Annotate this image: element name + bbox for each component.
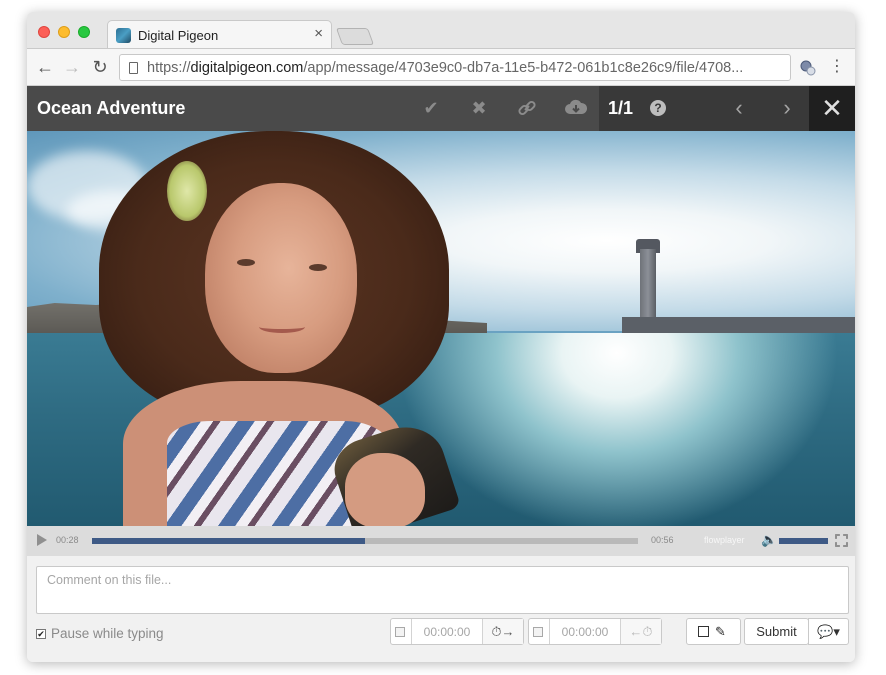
url-host: digitalpigeon.com — [190, 60, 304, 76]
pause-label: Pause while typing — [51, 626, 164, 641]
address-bar[interactable]: https://digitalpigeon.com/app/message/47… — [119, 54, 791, 81]
out-time-field[interactable]: 00:00:00 — [550, 625, 620, 639]
url-path: /app/message/4703e9c0-db7a-11e5-b472-061… — [303, 60, 744, 76]
favicon-icon — [116, 28, 131, 43]
comment-input[interactable] — [36, 566, 849, 614]
link-icon[interactable] — [513, 94, 541, 122]
seek-bar[interactable] — [92, 538, 638, 544]
volume-slider[interactable] — [779, 538, 828, 544]
page-icon — [129, 62, 138, 74]
flower — [167, 161, 207, 221]
browser-menu-icon[interactable]: ⋮ — [827, 55, 847, 79]
volume-icon[interactable]: 🔈 — [761, 532, 777, 548]
out-time-control: 00:00:00 ←⏱ — [528, 618, 662, 645]
pencil-icon: ✎ — [715, 624, 726, 639]
comment-type-dropdown[interactable]: 💬▾ — [808, 618, 849, 645]
url-scheme: https:// — [147, 60, 191, 76]
title-bar: Digital Pigeon × — [27, 12, 855, 49]
media-preview[interactable] — [27, 131, 855, 526]
draw-button[interactable]: ✎ — [686, 618, 741, 645]
player-controls: 00:28 00:56 flowplayer 🔈 — [27, 526, 855, 556]
play-icon[interactable] — [37, 534, 47, 546]
submit-button[interactable]: Submit — [744, 618, 809, 645]
viewer-header: Ocean Adventure ✔ ✖ 1/1 ? ‹ › ✕ — [27, 86, 855, 131]
file-counter: 1/1 — [608, 98, 634, 118]
forward-icon[interactable]: → — [61, 55, 83, 79]
zoom-window-button[interactable] — [78, 26, 90, 38]
close-window-button[interactable] — [38, 26, 50, 38]
left-eye — [237, 259, 255, 266]
in-time-field[interactable]: 00:00:00 — [412, 625, 482, 639]
comment-panel: ✔ Pause while typing 00:00:00 ⏱→ 00:00:0… — [27, 556, 855, 662]
seek-progress — [92, 538, 365, 544]
fullscreen-icon[interactable] — [835, 534, 848, 547]
hand — [345, 453, 425, 526]
tab-close-icon[interactable]: × — [314, 26, 323, 42]
in-time-checkbox[interactable] — [395, 627, 405, 637]
reload-icon[interactable]: ↻ — [89, 55, 111, 79]
duration-time: 00:56 — [651, 535, 674, 545]
tab-title: Digital Pigeon — [138, 28, 219, 43]
reject-icon[interactable]: ✖ — [465, 94, 493, 122]
pause-checkbox[interactable]: ✔ — [36, 629, 46, 639]
out-time-checkbox[interactable] — [533, 627, 543, 637]
download-icon[interactable] — [562, 94, 590, 122]
smile — [259, 321, 305, 333]
browser-window: Digital Pigeon × ← → ↻ https://digitalpi… — [27, 12, 855, 662]
browser-tab[interactable]: Digital Pigeon × — [107, 20, 332, 49]
minimize-window-button[interactable] — [58, 26, 70, 38]
browser-toolbar: ← → ↻ https://digitalpigeon.com/app/mess… — [27, 48, 855, 86]
help-icon[interactable]: ? — [644, 94, 672, 122]
file-title: Ocean Adventure — [37, 98, 186, 118]
back-icon[interactable]: ← — [34, 55, 56, 79]
approve-icon[interactable]: ✔ — [417, 94, 445, 122]
new-tab-button[interactable] — [335, 28, 375, 45]
previous-file-icon[interactable]: ‹ — [725, 94, 753, 122]
close-icon[interactable]: ✕ — [809, 94, 855, 122]
player-brand: flowplayer — [704, 535, 745, 545]
set-in-time-icon[interactable]: ⏱→ — [483, 619, 523, 644]
volume-level — [779, 538, 828, 544]
square-icon — [698, 626, 709, 637]
next-file-icon[interactable]: › — [773, 94, 801, 122]
face — [205, 183, 357, 373]
elapsed-time: 00:28 — [56, 535, 79, 545]
set-out-time-icon[interactable]: ←⏱ — [621, 619, 661, 644]
right-eye — [309, 264, 327, 271]
svg-text:?: ? — [654, 101, 661, 115]
url-text: https://digitalpigeon.com/app/message/47… — [147, 60, 743, 76]
extension-icon[interactable] — [799, 59, 817, 77]
in-time-control: 00:00:00 ⏱→ — [390, 618, 524, 645]
